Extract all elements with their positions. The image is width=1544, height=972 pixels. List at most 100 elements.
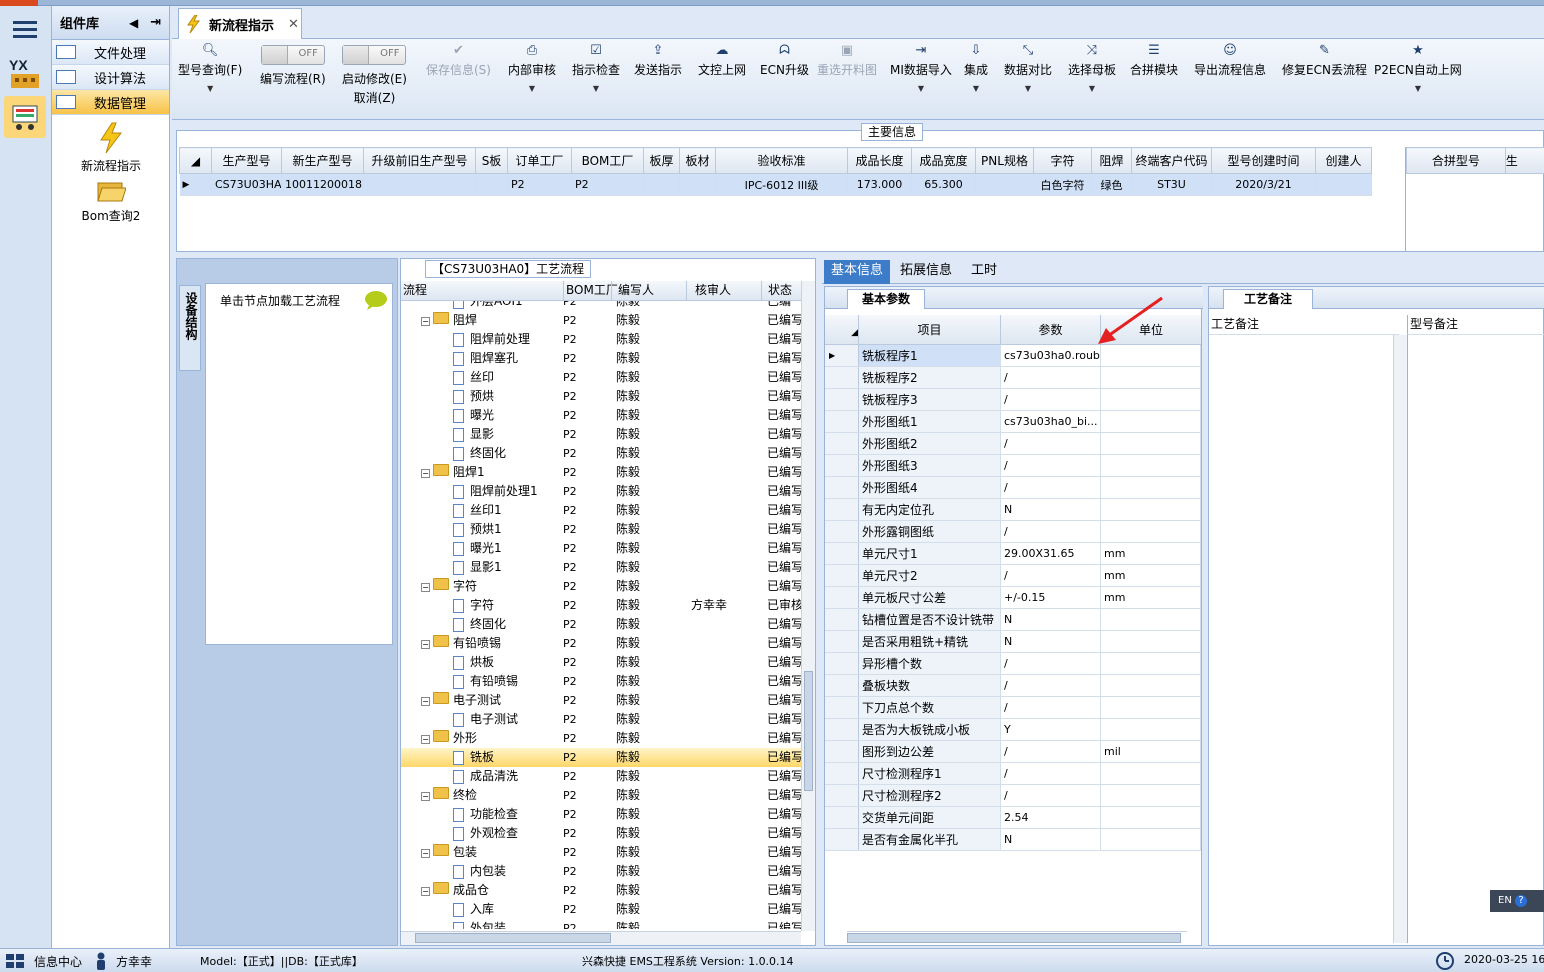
main-info-col-header[interactable]: 验收标准	[715, 147, 848, 174]
ribbon-button-6[interactable]: ⇪ 发送指示	[634, 39, 682, 119]
main-info-col-header[interactable]: 型号创建时间	[1211, 147, 1316, 174]
param-value[interactable]: /	[1001, 433, 1101, 454]
main-info-cell[interactable]: IPC-6012 III级	[715, 173, 848, 196]
param-value[interactable]: N	[1001, 829, 1101, 850]
process-tree-row[interactable]: 丝印1 P2 陈毅 已编写	[401, 501, 801, 520]
param-row[interactable]: 尺寸检测程序2/	[825, 785, 1201, 807]
param-value[interactable]: N	[1001, 499, 1101, 520]
main-info-col-header[interactable]: S板	[475, 147, 508, 174]
main-info-cell[interactable]: 65.300	[911, 173, 976, 196]
tab-new-process[interactable]: 新流程指示 ✕	[178, 8, 302, 39]
process-tree-row[interactable]: 预烘 P2 陈毅 已编写	[401, 387, 801, 406]
main-info-cell[interactable]	[1315, 173, 1372, 196]
ribbon-button-5[interactable]: ☑ 指示检查 ▼	[572, 39, 620, 119]
main-info-col-header[interactable]: 订单工厂	[507, 147, 572, 174]
main-info-col-header[interactable]: 升级前旧生产型号	[363, 147, 476, 174]
process-tree-row[interactable]: 内包装 P2 陈毅 已编写	[401, 862, 801, 881]
process-tree-row[interactable]: 烘板 P2 陈毅 已编写	[401, 653, 801, 672]
process-tree-row[interactable]: 外层AOI1 P2 陈毅 已编	[401, 301, 801, 311]
collapse-node-icon[interactable]: −	[421, 583, 430, 592]
main-info-cell[interactable]	[643, 173, 680, 196]
scroll-thumb[interactable]	[847, 933, 1181, 943]
col-header-bom-factory[interactable]: BOM工厂	[563, 281, 618, 300]
main-info-col-header[interactable]: 成品长度	[847, 147, 912, 174]
main-info-cell[interactable]: ST3U	[1131, 173, 1212, 196]
dropdown-caret-icon[interactable]: ▼	[572, 84, 620, 93]
col-header-process[interactable]: 流程	[403, 281, 427, 300]
device-tree[interactable]: 单击节点加载工艺流程	[205, 283, 393, 645]
process-tree-row[interactable]: 显影1 P2 陈毅 已编写	[401, 558, 801, 577]
ribbon-button-3[interactable]: ✔ 保存信息(S)	[426, 39, 491, 119]
col-header-param[interactable]: 参数	[1001, 315, 1101, 345]
main-info-cell[interactable]: CS73U03HA0	[211, 173, 282, 196]
param-row[interactable]: 单元尺寸1 29.00X31.65 mm	[825, 543, 1201, 565]
params-hscroll[interactable]	[847, 931, 1187, 945]
process-tree-row[interactable]: − 阻焊 P2 陈毅 已编写	[401, 311, 801, 330]
ribbon-button-10[interactable]: ⇥ MI数据导入 ▼	[890, 39, 952, 119]
process-tree-row[interactable]: 预烘1 P2 陈毅 已编写	[401, 520, 801, 539]
nav-item-design-algorithm[interactable]: 设计算法	[52, 65, 169, 90]
param-value[interactable]: /	[1001, 675, 1101, 696]
process-tree-row[interactable]: 阻焊塞孔 P2 陈毅 已编写	[401, 349, 801, 368]
toggle-switch[interactable]: OFF	[342, 45, 407, 65]
param-value[interactable]: /	[1001, 741, 1101, 762]
process-tree-row[interactable]: 成品清洗 P2 陈毅 已编写	[401, 767, 801, 786]
collapse-node-icon[interactable]: −	[421, 792, 430, 801]
process-tree-row[interactable]: 外观检查 P2 陈毅 已编写	[401, 824, 801, 843]
pin-icon[interactable]: ⇥	[150, 15, 161, 30]
param-row[interactable]: 是否为大板铣成小板 Y	[825, 719, 1201, 741]
param-row[interactable]: 下刀点总个数 /	[825, 697, 1201, 719]
process-tree-row[interactable]: 电子测试 P2 陈毅 已编写	[401, 710, 801, 729]
toggle-switch[interactable]: OFF	[260, 45, 325, 65]
process-tree-row[interactable]: 阻焊前处理1 P2 陈毅 已编写	[401, 482, 801, 501]
process-tree-row[interactable]: − 阻焊1 P2 陈毅 已编写	[401, 463, 801, 482]
process-tree-row[interactable]: − 包装 P2 陈毅 已编写	[401, 843, 801, 862]
param-value[interactable]: 2.54	[1001, 807, 1101, 828]
process-tree-row[interactable]: − 成品仓 P2 陈毅 已编写	[401, 881, 801, 900]
dropdown-caret-icon[interactable]: ▼	[178, 84, 242, 93]
ribbon-button-16[interactable]: ✎ 修复ECN丢流程	[1282, 39, 1367, 119]
process-tree-row[interactable]: − 电子测试 P2 陈毅 已编写	[401, 691, 801, 710]
main-info-col-header[interactable]: 阻焊	[1091, 147, 1132, 174]
main-info-cell[interactable]: P2	[507, 173, 572, 196]
process-tree-row[interactable]: 丝印 P2 陈毅 已编写	[401, 368, 801, 387]
ribbon-button-9[interactable]: ▣ 重选开料图	[817, 39, 877, 119]
main-info-cell[interactable]	[363, 173, 476, 196]
process-tree-row[interactable]: 外包装 P2 陈毅 已编写	[401, 919, 801, 929]
param-row[interactable]: 尺寸检测程序1/	[825, 763, 1201, 785]
remarks-vscroll[interactable]	[1393, 335, 1407, 943]
param-value[interactable]: /	[1001, 565, 1101, 586]
process-tree-row[interactable]: 入库 P2 陈毅 已编写	[401, 900, 801, 919]
scroll-thumb[interactable]	[804, 671, 813, 791]
col-header-item[interactable]: 项目	[859, 315, 1001, 345]
collapse-node-icon[interactable]: −	[421, 469, 430, 478]
process-tree-row[interactable]: 曝光 P2 陈毅 已编写	[401, 406, 801, 425]
col-header-reviewer[interactable]: 核审人	[686, 281, 731, 300]
collapse-node-icon[interactable]: −	[421, 697, 430, 706]
param-row[interactable]: 单元尺寸2/mm	[825, 565, 1201, 587]
scroll-thumb[interactable]	[415, 933, 611, 943]
nav-item-data-management[interactable]: 数据管理	[52, 90, 169, 115]
info-center-link[interactable]: 信息中心	[34, 953, 82, 970]
param-value[interactable]: N	[1001, 631, 1101, 652]
ribbon-button-13[interactable]: ⤨ 选择母板 ▼	[1068, 39, 1116, 119]
ribbon-button-8[interactable]: ᗣ ECN升级	[760, 39, 809, 119]
main-info-col-header[interactable]: 新生产型号	[281, 147, 364, 174]
help-icon[interactable]: ?	[1515, 895, 1527, 907]
process-tree-row[interactable]: 铣板 P2 陈毅 已编写	[401, 748, 801, 767]
dropdown-caret-icon[interactable]: ▼	[964, 84, 988, 93]
ribbon-button-1[interactable]: OFF 编写流程(R)	[260, 39, 326, 119]
dropdown-caret-icon[interactable]: ▼	[1068, 84, 1116, 93]
ribbon-button-11[interactable]: ⇩ 集成 ▼	[964, 39, 988, 119]
process-tree-row[interactable]: − 字符 P2 陈毅 已编写	[401, 577, 801, 596]
param-row[interactable]: 外形露铜图纸 /	[825, 521, 1201, 543]
param-row[interactable]: 铣板程序3/	[825, 389, 1201, 411]
main-info-cell[interactable]	[975, 173, 1034, 196]
tab-device-structure[interactable]: 设备结构	[179, 285, 201, 371]
param-row[interactable]: 单元板尺寸公差 +/-0.15 mm	[825, 587, 1201, 609]
process-hscroll[interactable]	[401, 931, 801, 945]
hamburger-menu-icon[interactable]	[4, 8, 46, 50]
main-info-col-header[interactable]: 创建人	[1315, 147, 1372, 174]
process-tree-row[interactable]: − 有铅喷锡 P2 陈毅 已编写	[401, 634, 801, 653]
process-tree-row[interactable]: 终固化 P2 陈毅 已编写	[401, 615, 801, 634]
